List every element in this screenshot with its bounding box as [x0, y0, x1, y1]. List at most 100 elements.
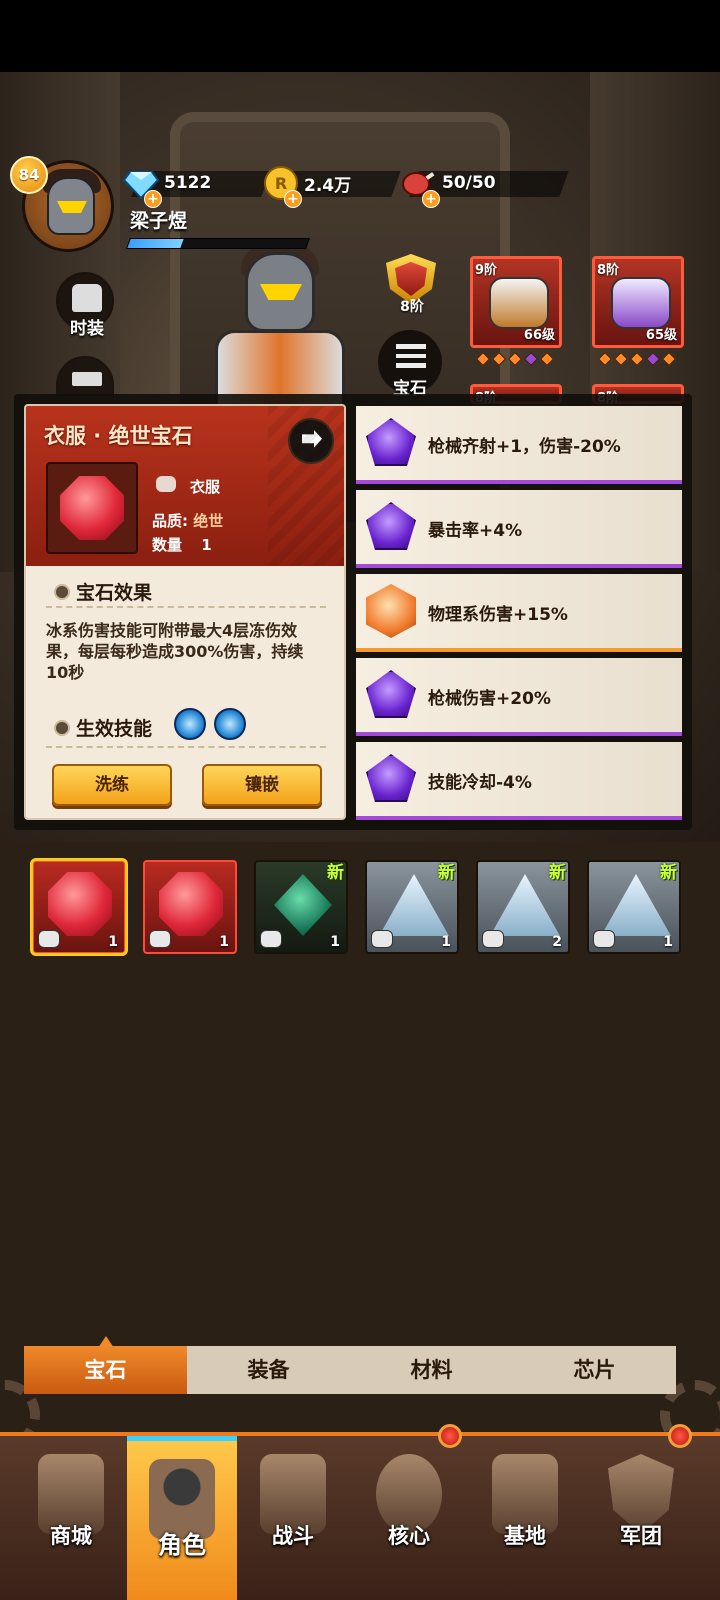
inventory-item[interactable]: 新 1 [587, 860, 681, 954]
item-count: 2 [552, 934, 562, 950]
bonus-row: 技能冷却-4% [356, 742, 682, 820]
nav-battle[interactable]: 战斗 [238, 1436, 348, 1600]
tab-gems[interactable]: 宝石 [24, 1346, 187, 1394]
purple-gem-icon [366, 754, 416, 802]
purple-gem-icon [366, 502, 416, 550]
item-count: 1 [663, 934, 673, 950]
red-gem-icon [159, 872, 223, 936]
svg-text:R: R [275, 174, 287, 193]
purple-gem-icon [366, 670, 416, 718]
tab-materials[interactable]: 材料 [350, 1346, 513, 1394]
diamond-resource[interactable]: + 5122 [122, 168, 271, 208]
equip-slot-helmet[interactable]: 9阶 66级 [470, 256, 562, 348]
gem-slot-meta: 衣服 [156, 476, 220, 497]
inventory-item[interactable]: 新 1 [365, 860, 459, 954]
clothes-icon [593, 930, 615, 948]
white-gem-icon [379, 874, 449, 936]
stamina-resource[interactable]: + 50/50 [400, 168, 569, 208]
bonus-text: 暴击率+4% [428, 521, 523, 541]
player-level-badge: 84 [10, 156, 48, 194]
inventory-item[interactable]: 1 [30, 858, 128, 956]
nav-shop[interactable]: 商城 [16, 1436, 126, 1600]
clothes-icon [38, 930, 60, 948]
nav-label: 商城 [50, 1524, 92, 1548]
nav-label: 战斗 [272, 1524, 314, 1548]
add-stamina-icon[interactable]: + [422, 190, 440, 208]
add-diamond-icon[interactable]: + [144, 190, 162, 208]
nav-label: 基地 [504, 1524, 546, 1548]
inlay-button[interactable]: 镶嵌 [202, 764, 322, 806]
gem-large-icon [46, 462, 138, 554]
orange-gem-icon [366, 584, 416, 638]
count-key: 数量 [152, 536, 183, 554]
exp-bar-fill [127, 239, 185, 248]
rank-badge[interactable]: 8阶 [386, 254, 438, 315]
divider [46, 746, 326, 748]
helmet-icon [489, 277, 549, 329]
inventory-item[interactable]: 新 1 [254, 860, 348, 954]
bonus-row: 枪械齐射+1，伤害-20% [356, 406, 682, 484]
bonus-row: 暴击率+4% [356, 490, 682, 568]
helmet-star-row [475, 351, 555, 367]
coin-resource[interactable]: R + 2.4万 [262, 166, 401, 208]
bonus-row: 枪械伤害+20% [356, 658, 682, 736]
hero-character [205, 244, 355, 420]
outfit-icon [72, 284, 102, 312]
fashion-button[interactable]: 时装 [56, 272, 114, 339]
equip-tier: 8阶 [597, 263, 620, 278]
effect-description: 冰系伤害技能可附带最大4层冻伤效果，每层每秒造成300%伤害，持续10秒 [46, 621, 304, 682]
skill-title-text: 生效技能 [76, 718, 153, 740]
item-count: 1 [441, 934, 451, 950]
bullet-icon [54, 719, 70, 736]
effect-section-title: 宝石效果 [54, 578, 152, 605]
new-badge: 新 [438, 863, 455, 883]
gem-detail-card: 衣服 · 绝世宝石 衣服 品质: 绝世 数量 1 [24, 404, 346, 820]
stamina-count: 50/50 [442, 173, 496, 193]
gem-detail-header: 衣服 · 绝世宝石 衣服 品质: 绝世 数量 1 [26, 406, 344, 566]
bonus-text: 枪械伤害+20% [428, 689, 551, 709]
rank-label: 8阶 [400, 299, 424, 315]
nav-character[interactable]: 角色 [127, 1436, 237, 1600]
quality-value: 绝世 [193, 512, 224, 530]
nav-label: 角色 [158, 1531, 206, 1559]
share-icon [302, 430, 322, 448]
share-button[interactable] [288, 418, 334, 464]
status-bar [0, 0, 720, 72]
tab-chips[interactable]: 芯片 [513, 1346, 676, 1394]
bonus-text: 物理系伤害+15% [428, 605, 568, 625]
inventory-tabs: 宝石 装备 材料 芯片 [24, 1346, 676, 1394]
bullet-icon [54, 583, 70, 600]
gem-menu-button[interactable]: 宝石 [378, 330, 442, 399]
skill-section-title: 生效技能 [54, 714, 152, 741]
ice-skill-icon-1[interactable] [174, 708, 206, 740]
clothes-icon [149, 930, 171, 948]
add-coin-icon[interactable]: + [284, 190, 302, 208]
gauntlet-star-row [597, 351, 677, 367]
effect-title-text: 宝石效果 [76, 582, 153, 604]
nav-legion[interactable]: 军团 [586, 1436, 696, 1600]
red-gem-icon [48, 872, 112, 936]
ice-skill-icon-2[interactable] [214, 708, 246, 740]
quality-key: 品质: [152, 512, 188, 530]
nav-label: 军团 [620, 1524, 662, 1548]
legion-notification-dot [668, 1424, 692, 1448]
gem-quality: 品质: 绝世 [152, 510, 223, 531]
equip-slot-gauntlet[interactable]: 8阶 65级 [592, 256, 684, 348]
clothes-icon [260, 930, 282, 948]
item-count: 1 [330, 934, 340, 950]
gem-count: 数量 1 [152, 534, 212, 555]
nav-core[interactable]: 核心 [354, 1436, 464, 1600]
diamond-count: 5122 [164, 173, 212, 193]
refine-button[interactable]: 洗练 [52, 764, 172, 806]
gem-slot-label: 衣服 [190, 478, 221, 496]
clothes-icon [156, 476, 176, 492]
tab-equipment[interactable]: 装备 [187, 1346, 350, 1394]
nav-base[interactable]: 基地 [470, 1436, 580, 1600]
inventory-item[interactable]: 新 2 [476, 860, 570, 954]
item-count: 1 [108, 934, 118, 950]
coin-count: 2.4万 [304, 175, 352, 196]
player-name: 梁子煜 [130, 210, 188, 232]
gauntlet-icon [611, 277, 671, 329]
inventory-item[interactable]: 1 [143, 860, 237, 954]
green-gem-icon [274, 874, 332, 936]
